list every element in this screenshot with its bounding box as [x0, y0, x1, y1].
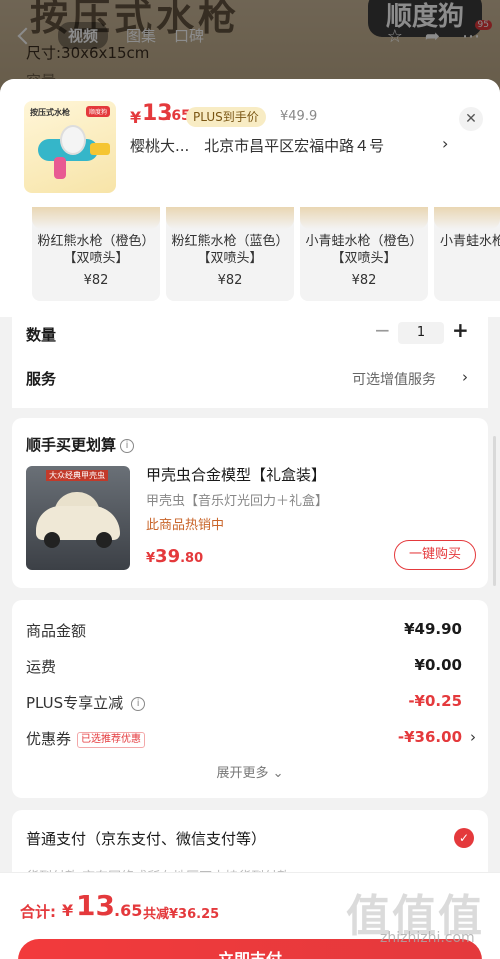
scrollbar[interactable]	[493, 436, 496, 586]
variant-name: 粉红熊水枪（蓝色）【双喷头】	[171, 234, 289, 266]
address-arrow-icon[interactable]: ›	[442, 134, 448, 153]
expand-more-button[interactable]: 展开更多 ⌄	[12, 762, 488, 781]
service-label: 服务	[26, 370, 57, 388]
price-symbol: ¥	[130, 108, 142, 127]
summary-row-plus-discount: PLUS专享立减 i -¥0.25	[26, 692, 476, 714]
addon-hot-text: 此商品热销中	[146, 518, 225, 533]
info-icon[interactable]: i	[131, 696, 146, 711]
total-symbol: ¥	[62, 901, 74, 920]
address-row[interactable]: 樱桃大... 北京市昌平区宏福中路４号	[130, 135, 460, 156]
check-icon[interactable]: ✓	[454, 828, 474, 848]
water-gun-tank	[60, 125, 86, 155]
addon-image-tag: 大众经典甲壳虫	[46, 470, 108, 481]
total-savings: 共减¥36.25	[143, 907, 220, 922]
quantity-service-section: 数量 − 1 + 服务 可选增值服务 ›	[12, 302, 488, 408]
addon-title: 顺手买更划算 i	[26, 434, 135, 455]
price-summary: 商品金额 ¥49.90 运费 ¥0.00 PLUS专享立减 i -¥0.25 优惠…	[12, 600, 488, 798]
total-integer: 13	[76, 889, 115, 922]
variant-price: ¥82	[217, 273, 243, 288]
service-value[interactable]: 可选增值服务	[352, 369, 436, 389]
service-arrow-icon[interactable]: ›	[462, 368, 468, 386]
addon-product-image[interactable]: 大众经典甲壳虫	[26, 466, 130, 570]
watermark-url: zhizhizhi.com	[380, 930, 475, 946]
addon-title-text: 顺手买更划算	[26, 436, 117, 454]
payment-section: 普通支付（京东支付、微信支付等） ✓ 货到付款 京东网络或所在地区不支持货到付款	[12, 810, 488, 885]
thumbnail-title: 按压式水枪	[30, 108, 70, 117]
car-wheel	[96, 532, 112, 548]
address-text: 北京市昌平区宏福中路４号	[204, 137, 385, 155]
quantity-input[interactable]: 1	[398, 322, 444, 344]
close-button[interactable]: ✕	[459, 107, 483, 131]
variant-image	[32, 207, 160, 229]
summary-row-shipping: 运费 ¥0.00	[26, 656, 476, 678]
summary-label: PLUS专享立减 i	[26, 692, 146, 713]
variant-card[interactable]: 粉红熊水枪（橙色）【双喷头】 ¥82	[32, 207, 160, 301]
variant-card[interactable]: 粉红熊水枪（蓝色）【双喷头】 ¥82	[166, 207, 294, 301]
variant-price: ¥82	[83, 273, 109, 288]
coupon-recommend-tag: 已选推荐优惠	[77, 731, 146, 748]
total-decimal: .65	[114, 901, 143, 920]
water-gun-grip	[54, 157, 66, 179]
addon-product-name[interactable]: 甲壳虫合金模型【礼盒装】	[146, 464, 326, 485]
thumbnail-brand-tag: 顺度狗	[85, 106, 110, 117]
summary-value: -¥36.00	[397, 728, 462, 746]
coupon-arrow-icon[interactable]: ›	[470, 728, 476, 746]
quantity-label: 数量	[26, 326, 57, 344]
variant-price: ¥82	[351, 273, 377, 288]
addon-price-decimal: .80	[180, 551, 204, 566]
info-icon[interactable]: i	[120, 438, 135, 453]
total-label: 合计:	[20, 903, 56, 921]
variant-image	[300, 207, 428, 229]
variant-name: 小青蛙水枪（橙色）【双喷头】	[305, 234, 423, 266]
quantity-minus-button[interactable]: −	[374, 318, 391, 342]
water-gun-nozzle	[90, 143, 110, 155]
car-wheel	[44, 532, 60, 548]
payment-method-label[interactable]: 普通支付（京东支付、微信支付等）	[26, 828, 266, 849]
summary-label: 优惠券 已选推荐优惠	[26, 728, 146, 749]
one-click-buy-button[interactable]: 一键购买	[394, 540, 476, 570]
variant-card[interactable]: 小青蛙水枪（橙色）【双喷头】 ¥82	[300, 207, 428, 301]
summary-label: 运费	[26, 658, 57, 676]
summary-row-coupon[interactable]: 优惠券 已选推荐优惠 -¥36.00 ›	[26, 728, 476, 750]
plus-price-badge: PLUS到手价	[186, 107, 266, 127]
summary-value: ¥0.00	[414, 656, 462, 674]
summary-label: 商品金额	[26, 622, 87, 640]
summary-row-goods: 商品金额 ¥49.90	[26, 620, 476, 642]
original-price: ¥49.9	[280, 109, 318, 124]
variant-list: 粉红熊水枪（橙色）【双喷头】 ¥82 粉红熊水枪（蓝色）【双喷头】 ¥82 小青…	[0, 207, 500, 317]
product-thumbnail: 按压式水枪 顺度狗	[24, 101, 116, 193]
variant-name: 粉红熊水枪（橙色）【双喷头】	[37, 234, 155, 266]
variant-card[interactable]: 小青蛙水枪【双	[434, 207, 500, 301]
summary-value: -¥0.25	[408, 692, 462, 710]
quantity-plus-button[interactable]: +	[452, 318, 469, 342]
variant-image	[166, 207, 294, 229]
variant-name: 小青蛙水枪【双	[440, 234, 500, 249]
summary-value: ¥49.90	[404, 620, 462, 638]
variant-image	[434, 207, 500, 229]
addon-section: 顺手买更划算 i 大众经典甲壳虫 甲壳虫合金模型【礼盒装】 甲壳虫【音乐灯光回力＋…	[12, 418, 488, 588]
addon-product-spec: 甲壳虫【音乐灯光回力＋礼盒】	[146, 494, 329, 509]
summary-label-text: PLUS专享立减	[26, 694, 124, 712]
addon-price: ¥39.80	[146, 546, 203, 567]
addon-price-symbol: ¥	[146, 551, 156, 566]
summary-label-text: 优惠券	[26, 730, 72, 748]
address-name: 樱桃大...	[130, 137, 190, 155]
addon-price-integer: 39	[155, 546, 181, 567]
